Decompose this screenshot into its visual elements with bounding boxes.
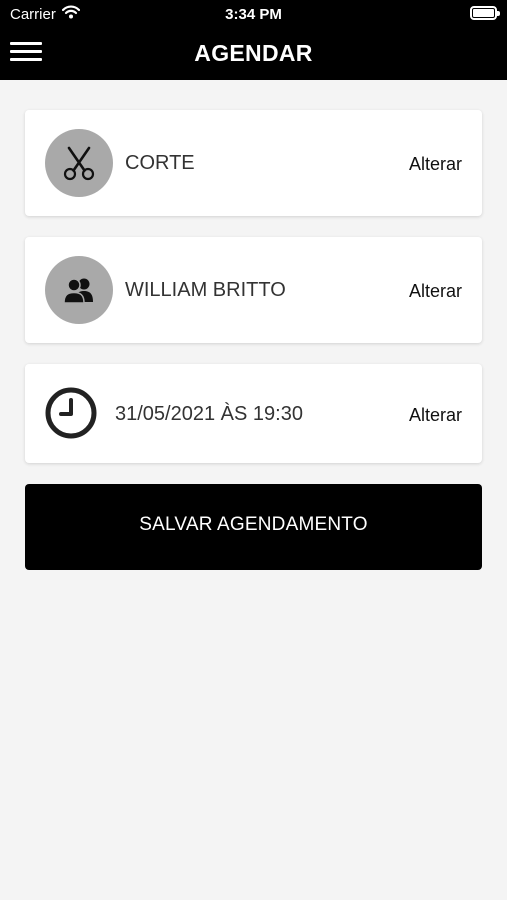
status-bar: Carrier 3:34 PM [0, 0, 507, 28]
change-professional-link[interactable]: Alterar [409, 281, 462, 302]
professional-card: WILLIAM BRITTO Alterar [25, 237, 482, 343]
users-icon [45, 256, 113, 324]
datetime-label: 31/05/2021 ÀS 19:30 [115, 403, 303, 425]
professional-label: WILLIAM BRITTO [125, 279, 286, 301]
save-appointment-button[interactable]: SALVAR AGENDAMENTO [25, 484, 482, 570]
status-time: 3:34 PM [225, 6, 282, 23]
change-service-link[interactable]: Alterar [409, 154, 462, 175]
change-datetime-link[interactable]: Alterar [409, 405, 462, 426]
service-card: CORTE Alterar [25, 110, 482, 216]
page-title: AGENDAR [194, 40, 313, 66]
service-label: CORTE [125, 152, 195, 174]
datetime-card: 31/05/2021 ÀS 19:30 Alterar [25, 364, 482, 463]
clock-icon [44, 386, 98, 440]
scissors-icon [45, 129, 113, 197]
battery-icon [470, 6, 500, 20]
navigation-header: Carrier 3:34 PM AGENDAR [0, 0, 507, 80]
